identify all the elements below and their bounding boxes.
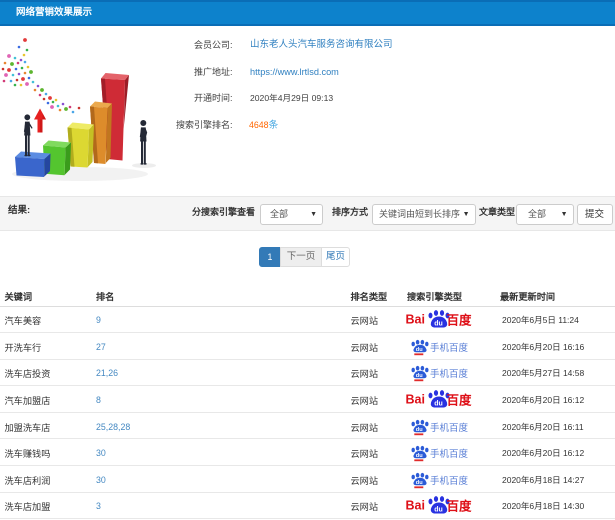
- svg-text:du: du: [416, 427, 423, 433]
- svg-text:du: du: [416, 480, 423, 486]
- svg-text:百度: 百度: [446, 393, 472, 408]
- svg-text:百度: 百度: [446, 313, 472, 328]
- svg-text:Bai: Bai: [405, 313, 424, 327]
- svg-text:du: du: [416, 347, 423, 353]
- svg-text:du: du: [416, 453, 423, 459]
- svg-text:du: du: [434, 321, 443, 328]
- svg-text:du: du: [434, 401, 443, 408]
- svg-text:du: du: [434, 507, 443, 514]
- svg-text:手机百度: 手机百度: [430, 421, 469, 433]
- svg-text:Bai: Bai: [405, 499, 424, 513]
- svg-text:百度: 百度: [446, 499, 472, 514]
- svg-text:手机百度: 手机百度: [430, 368, 469, 380]
- svg-text:手机百度: 手机百度: [430, 475, 469, 487]
- svg-text:du: du: [416, 374, 423, 380]
- svg-text:Bai: Bai: [405, 393, 424, 407]
- svg-text:手机百度: 手机百度: [430, 342, 469, 354]
- svg-text:手机百度: 手机百度: [430, 448, 469, 460]
